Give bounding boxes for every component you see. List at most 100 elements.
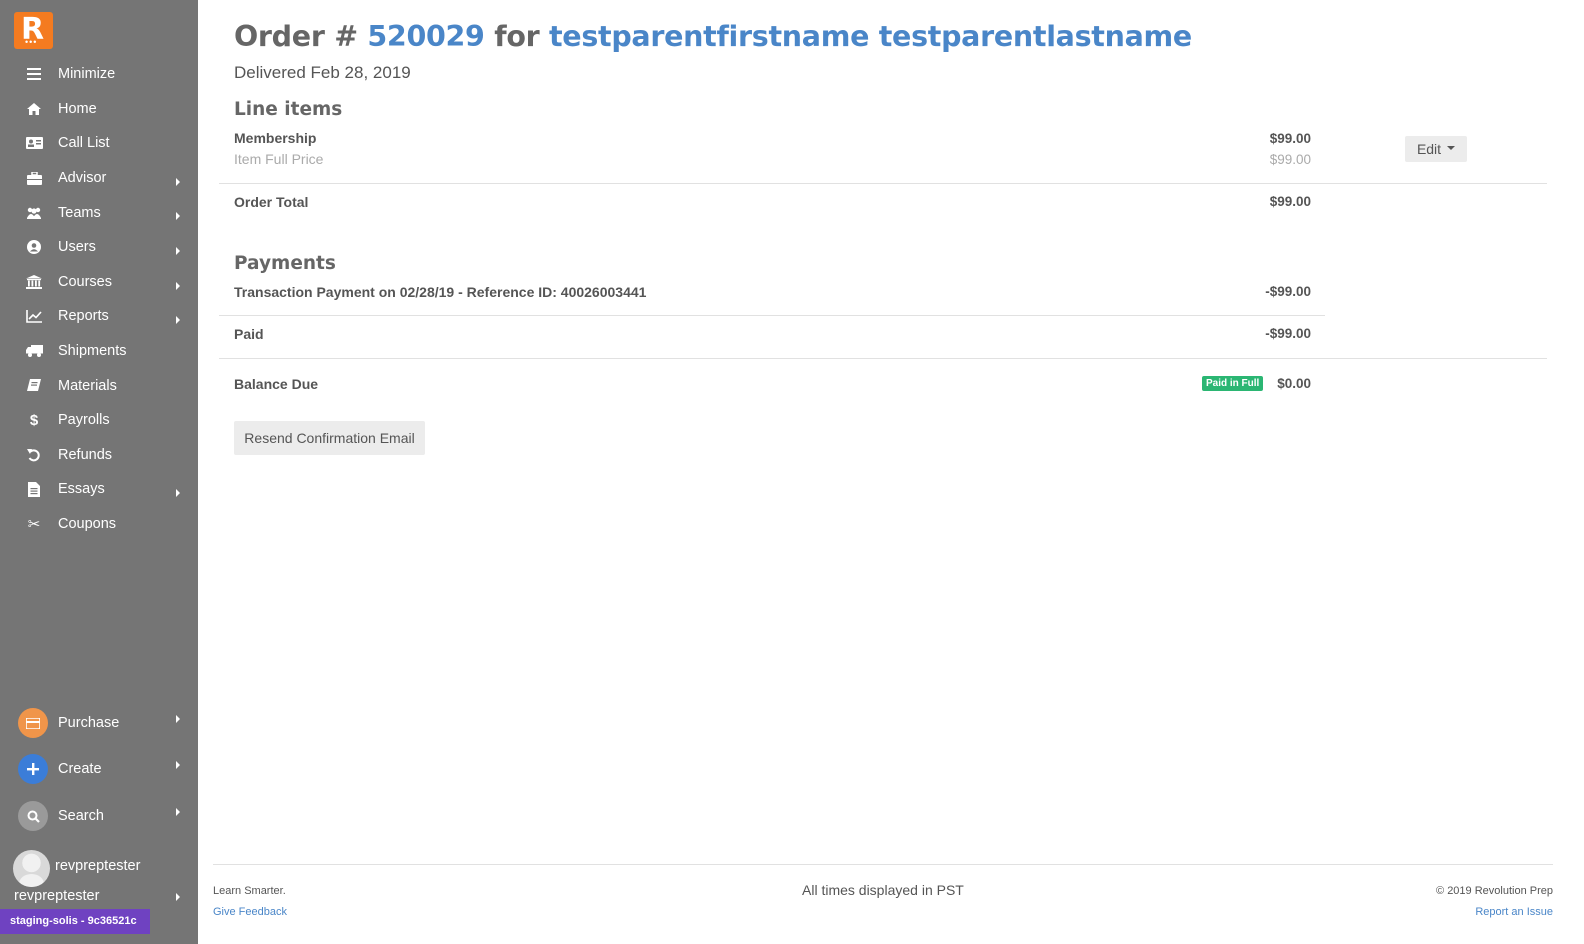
sidebar-item-label: Minimize [58, 66, 116, 83]
logo[interactable]: R ••• [14, 12, 53, 49]
footer-divider [213, 864, 1553, 865]
sidebar: R ••• Minimize Home Call List Advisor Te… [0, 0, 198, 944]
report-issue-link[interactable]: Report an Issue [1475, 906, 1553, 918]
order-number-link[interactable]: 520029 [367, 20, 484, 53]
order-total-amount: $99.00 [1269, 194, 1311, 209]
briefcase-icon [25, 170, 43, 186]
caret-right-icon [176, 177, 180, 186]
logo-dots: ••• [25, 37, 38, 47]
sidebar-item-coupons[interactable]: ✂ Coupons [0, 507, 198, 542]
sidebar-item-label: Teams [58, 204, 101, 221]
sidebar-item-label: Materials [58, 377, 117, 394]
order-total-label: Order Total [234, 194, 309, 210]
caret-down-icon [1447, 146, 1456, 150]
bars-icon [25, 66, 43, 82]
plus-icon [18, 754, 48, 784]
home-icon [25, 101, 43, 117]
page-title: Order # 520029 for testparentfirstname t… [234, 20, 1192, 53]
sidebar-nav: Minimize Home Call List Advisor Teams Us… [0, 57, 198, 541]
truck-icon [25, 343, 43, 359]
payments-heading: Payments [234, 253, 336, 274]
line-chart-icon [25, 308, 43, 324]
sidebar-item-essays[interactable]: Essays [0, 472, 198, 507]
sidebar-item-label: Courses [58, 273, 112, 290]
sidebar-item-label: Advisor [58, 170, 107, 187]
main-content: Order # 520029 for testparentfirstname t… [198, 0, 1584, 944]
title-for: for [494, 20, 540, 53]
paid-label: Paid [234, 326, 264, 342]
timezone-note: All times displayed in PST [802, 882, 964, 898]
sidebar-item-home[interactable]: Home [0, 92, 198, 127]
credit-card-icon [18, 708, 48, 738]
create-label: Create [58, 761, 102, 777]
balance-due-amount: $0.00 [1277, 376, 1311, 391]
create-button[interactable]: Create [0, 749, 198, 789]
sidebar-item-label: Refunds [58, 446, 113, 463]
sidebar-item-label: Payrolls [58, 412, 110, 429]
line-item-amount: $99.00 [1269, 131, 1311, 146]
divider [219, 183, 1547, 184]
divider [219, 358, 1547, 359]
sidebar-item-shipments[interactable]: Shipments [0, 334, 198, 369]
sidebar-item-advisor[interactable]: Advisor [0, 161, 198, 196]
sidebar-item-reports[interactable]: Reports [0, 299, 198, 334]
purchase-label: Purchase [58, 715, 120, 731]
line-item-name: Membership [234, 130, 317, 146]
caret-right-icon [176, 761, 180, 769]
user-menu-label[interactable]: revpreptester [14, 888, 99, 904]
sidebar-item-payrolls[interactable]: $ Payrolls [0, 403, 198, 438]
avatar [13, 850, 50, 887]
sidebar-item-courses[interactable]: Courses [0, 265, 198, 300]
sidebar-item-label: Home [58, 100, 97, 117]
delivered-date: Delivered Feb 28, 2019 [234, 63, 411, 82]
sidebar-item-label: Reports [58, 308, 109, 325]
footer-tagline: Learn Smarter. [213, 885, 286, 897]
give-feedback-link[interactable]: Give Feedback [213, 906, 287, 918]
balance-due-label: Balance Due [234, 376, 319, 392]
edit-dropdown-button[interactable]: Edit [1405, 136, 1467, 162]
sidebar-item-users[interactable]: Users [0, 230, 198, 265]
transaction-amount: -$99.00 [1265, 284, 1311, 299]
users-icon [25, 205, 43, 221]
sidebar-item-label: Shipments [58, 343, 127, 360]
sidebar-item-refunds[interactable]: Refunds [0, 438, 198, 473]
paid-amount: -$99.00 [1265, 326, 1311, 341]
purchase-button[interactable]: Purchase [0, 703, 198, 743]
caret-right-icon [176, 489, 180, 498]
search-icon [18, 801, 48, 831]
user-menu[interactable]: revpreptester revpreptester [0, 847, 198, 909]
caret-right-icon [176, 808, 180, 816]
caret-right-icon [176, 715, 180, 723]
caret-right-icon [176, 893, 180, 901]
file-text-icon [25, 481, 43, 497]
search-label: Search [58, 808, 104, 824]
environment-badge: staging-solis - 9c36521c [0, 909, 150, 934]
copyright: © 2019 Revolution Prep [1436, 885, 1553, 897]
status-badge: Paid in Full [1202, 376, 1264, 391]
institution-icon [25, 274, 43, 290]
sidebar-item-label: Call List [58, 135, 110, 152]
customer-name-link[interactable]: testparentfirstname testparentlastname [549, 20, 1192, 53]
resend-confirmation-button[interactable]: Resend Confirmation Email [234, 421, 425, 455]
divider [219, 315, 1325, 316]
line-item-sub: Item Full Price [234, 151, 324, 167]
scissors-icon: ✂ [27, 516, 41, 534]
sidebar-item-teams[interactable]: Teams [0, 195, 198, 230]
dollar-icon: $ [29, 411, 39, 429]
sidebar-item-label: Users [58, 239, 96, 256]
sidebar-item-minimize[interactable]: Minimize [0, 57, 198, 92]
caret-right-icon [176, 212, 180, 221]
sidebar-item-label: Coupons [58, 516, 117, 533]
caret-right-icon [176, 281, 180, 290]
sidebar-item-label: Essays [58, 481, 105, 498]
caret-right-icon [176, 316, 180, 325]
caret-right-icon [176, 246, 180, 255]
line-item-sub-amount: $99.00 [1269, 152, 1311, 167]
title-prefix: Order # [234, 20, 358, 53]
user-circle-icon [25, 239, 43, 255]
sidebar-item-materials[interactable]: Materials [0, 368, 198, 403]
search-button[interactable]: Search [0, 796, 198, 836]
sidebar-item-call-list[interactable]: Call List [0, 126, 198, 161]
undo-icon [25, 447, 43, 463]
book-icon [25, 378, 43, 394]
